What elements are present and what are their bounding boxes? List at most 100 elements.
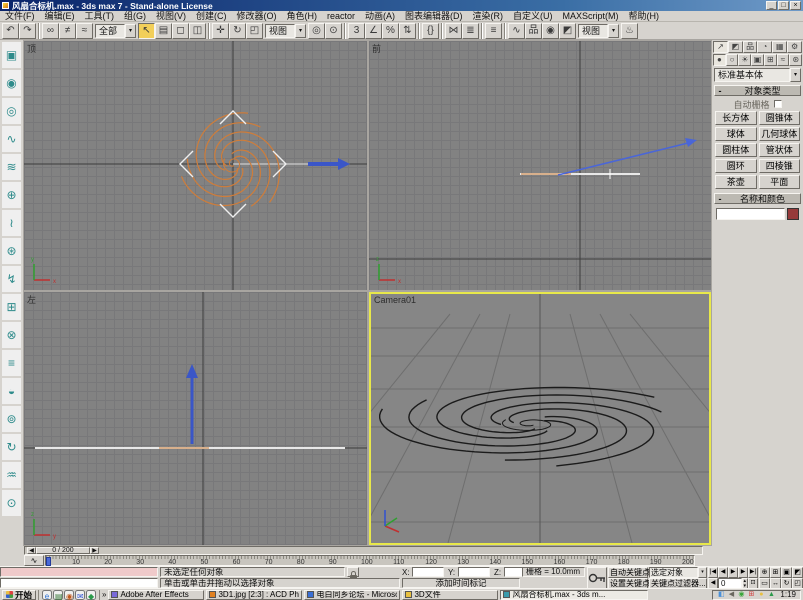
tray-antivirus-icon[interactable]: ◉: [737, 590, 745, 599]
tab-hierarchy[interactable]: 品: [743, 41, 758, 53]
object-type-button[interactable]: 管状体: [759, 143, 801, 157]
maximize-button[interactable]: □: [778, 1, 789, 10]
reactor-fracture-icon[interactable]: ⊗: [1, 321, 22, 349]
viewport-top[interactable]: 顶 x y: [24, 41, 367, 290]
menu-item[interactable]: 角色(H): [282, 11, 323, 22]
unlink-selection-icon[interactable]: ≠: [59, 23, 76, 39]
rollout-object-type[interactable]: - 对象类型: [714, 85, 801, 96]
reactor-plane-icon[interactable]: ≡: [1, 349, 22, 377]
tab-motion[interactable]: ◔: [757, 41, 772, 53]
menu-item[interactable]: MAXScript(M): [558, 11, 624, 22]
tab-display[interactable]: ▦: [772, 41, 787, 53]
time-slider-track[interactable]: ◀ 0 / 200 ▶: [24, 546, 703, 555]
maxscript-listener-input[interactable]: [0, 567, 158, 577]
selection-lock-toggle[interactable]: [347, 567, 359, 577]
dropdown-arrow-icon[interactable]: [698, 567, 707, 578]
object-type-button[interactable]: 圆环: [715, 159, 757, 173]
zoom-all-button[interactable]: ⊞: [770, 567, 781, 578]
track-bar-ruler[interactable]: 1020304050607080901001101201301401501601…: [45, 555, 695, 566]
selection-region-icon[interactable]: ◻: [172, 23, 189, 39]
dropdown-arrow-icon[interactable]: [295, 24, 306, 38]
tray-update-icon[interactable]: ▲: [767, 590, 775, 599]
tray-volume-icon[interactable]: ◀: [727, 590, 735, 599]
select-and-move-icon[interactable]: ✛: [212, 23, 229, 39]
object-type-button[interactable]: 茶壶: [715, 175, 757, 189]
layer-manager-icon[interactable]: ≡: [485, 23, 502, 39]
selection-filter-dropdown[interactable]: 全部: [95, 24, 136, 38]
viewport-front[interactable]: 前 x z: [369, 41, 711, 290]
material-editor-icon[interactable]: ◉: [542, 23, 559, 39]
named-selection-sets-icon[interactable]: {}: [422, 23, 439, 39]
menu-item[interactable]: 组(G): [119, 11, 151, 22]
category-spacewarps[interactable]: ≈: [777, 54, 790, 66]
object-type-button[interactable]: 圆柱体: [715, 143, 757, 157]
add-time-tag-button[interactable]: 添加时间标记: [402, 578, 520, 588]
select-and-link-icon[interactable]: ∞: [42, 23, 59, 39]
window-crossing-icon[interactable]: ◫: [189, 23, 206, 39]
task-button[interactable]: 风扇合标机.max - 3ds m...: [500, 590, 648, 600]
primitive-type-dropdown[interactable]: 标准基本体: [714, 68, 801, 82]
key-mode-dropdown[interactable]: 选定对象: [649, 567, 707, 578]
frame-forward-icon[interactable]: ▶: [90, 547, 99, 554]
frame-back-icon[interactable]: ◀: [27, 547, 36, 554]
object-type-button[interactable]: 球体: [715, 127, 757, 141]
ie-quicklaunch-icon[interactable]: e: [42, 590, 52, 600]
reference-coordinate-dropdown[interactable]: 视图: [265, 24, 306, 38]
messenger-icon[interactable]: ◆: [86, 590, 96, 600]
menu-item[interactable]: 自定义(U): [508, 11, 558, 22]
spinner-snap-icon[interactable]: ⇅: [399, 23, 416, 39]
object-type-button[interactable]: 圆锥体: [759, 111, 801, 125]
zoom-extents-all-button[interactable]: ◩: [792, 567, 803, 578]
task-button[interactable]: 3D1.jpg [2:3] : ACD Phot...: [206, 590, 302, 600]
menu-item[interactable]: 工具(T): [80, 11, 120, 22]
select-object-icon[interactable]: ↖: [138, 23, 155, 39]
category-helpers[interactable]: ⊞: [764, 54, 777, 66]
maxscript-listener-output[interactable]: [0, 578, 158, 588]
zoom-extents-button[interactable]: ▣: [781, 567, 792, 578]
bind-to-spacewarp-icon[interactable]: ≈: [76, 23, 93, 39]
menu-item[interactable]: 创建(C): [191, 11, 232, 22]
reactor-create-animation-icon[interactable]: ↻: [1, 433, 22, 461]
tray-display-icon[interactable]: ◧: [717, 590, 725, 599]
menu-item[interactable]: 修改器(O): [232, 11, 282, 22]
next-frame-button[interactable]: ▶: [738, 567, 748, 578]
object-name-input[interactable]: [716, 208, 785, 220]
set-key-toggle-button[interactable]: [587, 567, 607, 589]
category-shapes[interactable]: ○: [726, 54, 739, 66]
render-scene-icon[interactable]: ◩: [559, 23, 576, 39]
menu-item[interactable]: 图表编辑器(D): [400, 11, 468, 22]
task-button[interactable]: Adobe After Effects: [108, 590, 204, 600]
reactor-wind-icon[interactable]: ↯: [1, 265, 22, 293]
dropdown-arrow-icon[interactable]: [790, 68, 801, 82]
render-type-dropdown[interactable]: 视图: [578, 24, 619, 38]
menu-item[interactable]: 视图(V): [151, 11, 191, 22]
media-player-icon[interactable]: ◉: [64, 590, 74, 600]
mirror-icon[interactable]: ⋈: [445, 23, 462, 39]
reactor-analyze-icon[interactable]: ◒: [1, 377, 22, 405]
dropdown-arrow-icon[interactable]: [608, 24, 619, 38]
reactor-motor-icon[interactable]: ⊛: [1, 237, 22, 265]
close-button[interactable]: ×: [790, 1, 801, 10]
current-frame-marker[interactable]: [46, 557, 51, 566]
undo-icon[interactable]: ↶: [2, 23, 19, 39]
object-color-swatch[interactable]: [787, 208, 799, 220]
autogrid-checkbox[interactable]: [774, 100, 782, 108]
object-type-button[interactable]: 四棱锥: [759, 159, 801, 173]
snap-toggle-3d-icon[interactable]: 3: [348, 23, 365, 39]
use-center-icon[interactable]: ◎: [308, 23, 325, 39]
viewport-camera[interactable]: Camera01: [369, 292, 711, 545]
percent-snap-icon[interactable]: %: [382, 23, 399, 39]
x-position-field[interactable]: [412, 567, 444, 577]
category-systems[interactable]: ⊛: [789, 54, 802, 66]
zoom-button[interactable]: ⊕: [759, 567, 770, 578]
tray-network-icon[interactable]: ⊞: [747, 590, 755, 599]
tab-utilities[interactable]: ⚙: [787, 41, 802, 53]
mail-icon[interactable]: ✉: [75, 590, 85, 600]
redo-icon[interactable]: ↷: [19, 23, 36, 39]
goto-end-button[interactable]: ▶|: [748, 567, 758, 578]
menu-item[interactable]: reactor: [322, 11, 360, 22]
curve-editor-icon[interactable]: ∿: [508, 23, 525, 39]
task-button[interactable]: 电白同乡论坛 - Microsof...: [304, 590, 400, 600]
show-desktop-icon[interactable]: ▤: [53, 590, 63, 600]
mini-curve-editor-button[interactable]: ∿: [24, 555, 44, 566]
